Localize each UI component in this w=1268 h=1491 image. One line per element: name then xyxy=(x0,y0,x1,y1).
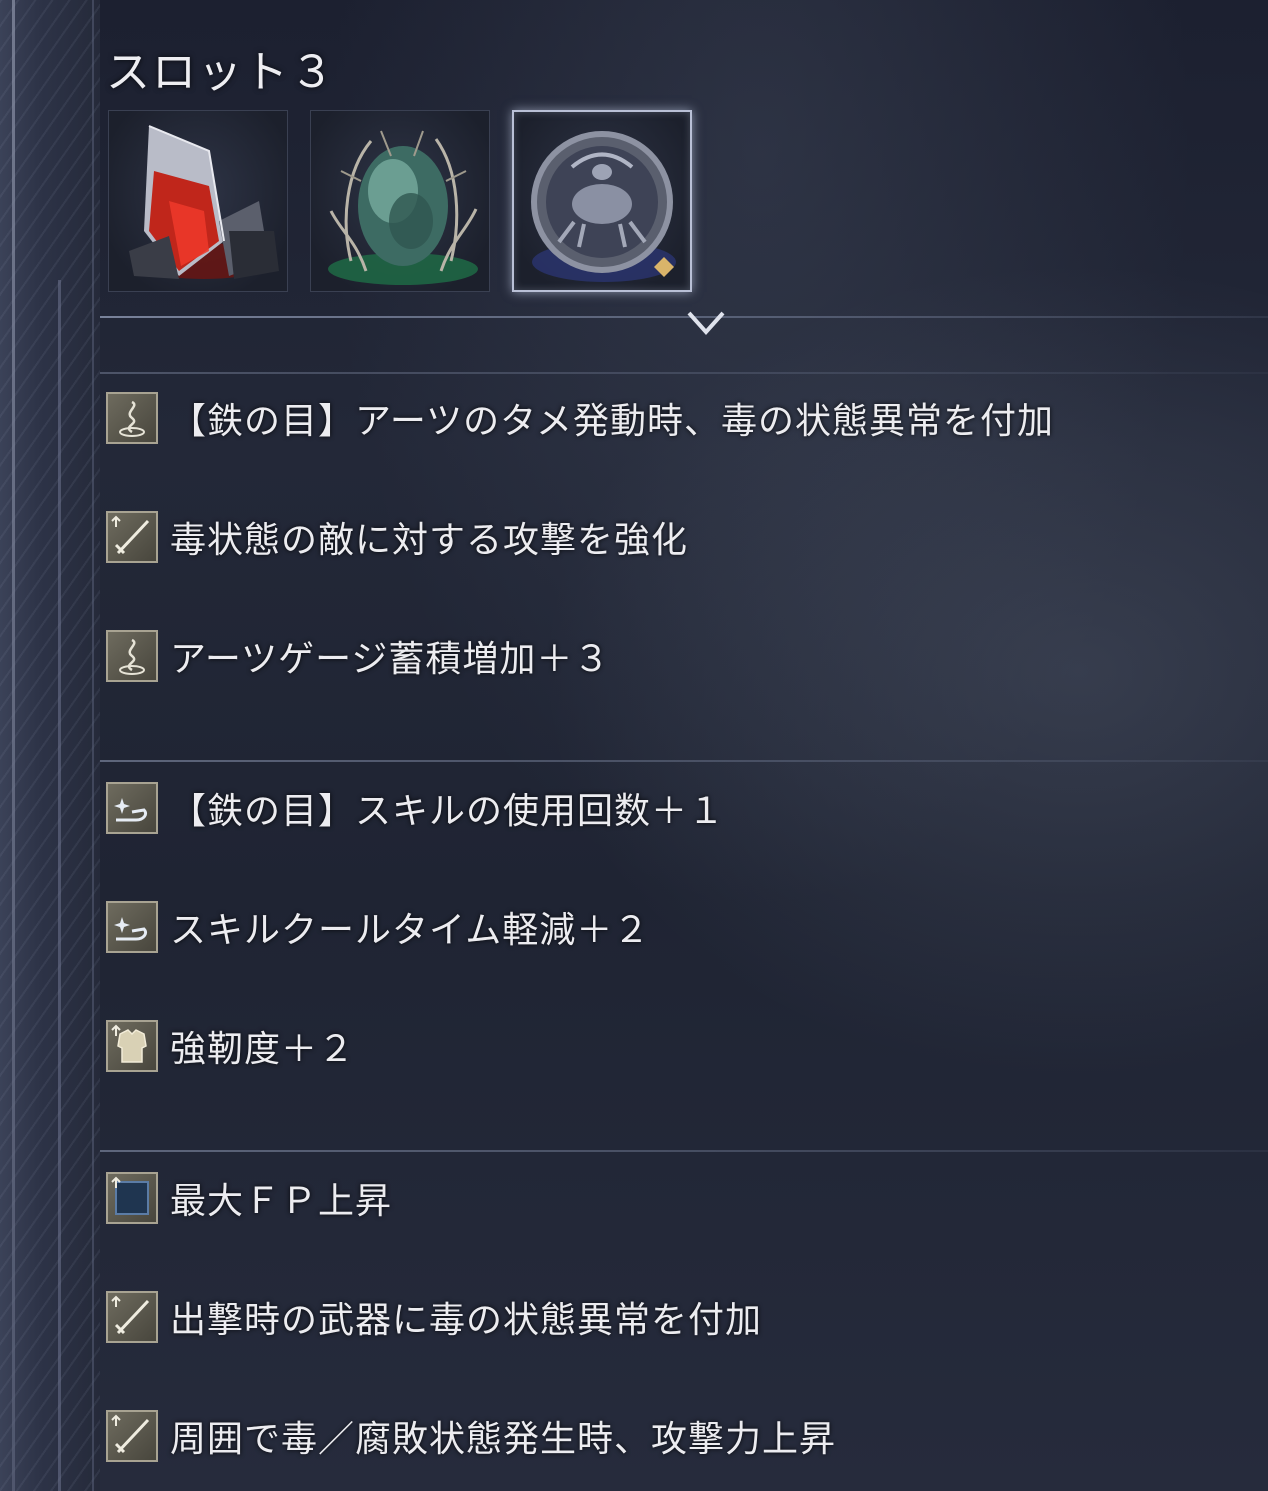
effect-row: スキルクールタイム軽減＋２ xyxy=(106,899,650,955)
effect-row: アーツゲージ蓄積増加＋３ xyxy=(106,628,610,684)
effect-text: スキルクールタイム軽減＋２ xyxy=(170,910,651,951)
effect-text: 最大ＦＰ上昇 xyxy=(170,1181,393,1222)
sword-icon xyxy=(106,1291,158,1343)
left-frame-ornament xyxy=(0,0,100,1491)
blue-medallion-relic[interactable] xyxy=(512,110,692,292)
arts-swirl-icon xyxy=(106,392,158,444)
frame-edge xyxy=(58,280,61,1491)
slot-title: スロット３ xyxy=(106,47,336,98)
frame-edge xyxy=(92,0,94,1491)
section-divider xyxy=(100,1150,1268,1152)
effect-row: 【鉄の目】アーツのタメ発動時、毒の状態異常を付加 xyxy=(106,390,1054,446)
effect-row: 周囲で毒／腐敗状態発生時、攻撃力上昇 xyxy=(106,1408,836,1464)
effect-text: 【鉄の目】スキルの使用回数＋１ xyxy=(170,791,726,832)
effect-text: 強靭度＋２ xyxy=(170,1029,356,1070)
effect-text: 出撃時の武器に毒の状態異常を付加 xyxy=(170,1300,763,1341)
effect-row: 強靭度＋２ xyxy=(106,1018,355,1074)
section-divider xyxy=(100,372,1268,374)
green-egg-relic[interactable] xyxy=(310,110,490,292)
skill-hand-icon xyxy=(106,782,158,834)
green-egg-icon xyxy=(328,130,478,285)
effect-text: アーツゲージ蓄積増加＋３ xyxy=(170,639,611,680)
arts-swirl-icon xyxy=(106,630,158,682)
blue-medallion-icon xyxy=(531,131,676,282)
effect-row: 出撃時の武器に毒の状態異常を付加 xyxy=(106,1289,762,1345)
effect-text: 周囲で毒／腐敗状態発生時、攻撃力上昇 xyxy=(170,1419,837,1460)
chevron-down-icon[interactable] xyxy=(686,308,726,338)
section-divider xyxy=(100,316,1268,318)
effect-text: 【鉄の目】アーツのタメ発動時、毒の状態異常を付加 xyxy=(170,401,1055,442)
effect-row: 毒状態の敵に対する攻撃を強化 xyxy=(106,509,688,565)
red-crystal-icon xyxy=(129,125,279,279)
red-crystal-relic[interactable] xyxy=(108,110,288,292)
frame-edge xyxy=(12,0,15,1491)
sword-icon xyxy=(106,511,158,563)
armor-icon xyxy=(106,1020,158,1072)
fp-icon xyxy=(106,1172,158,1224)
section-divider xyxy=(100,760,1268,762)
effect-text: 毒状態の敵に対する攻撃を強化 xyxy=(170,520,689,561)
effect-row: 最大ＦＰ上昇 xyxy=(106,1170,392,1226)
effect-row: 【鉄の目】スキルの使用回数＋１ xyxy=(106,780,725,836)
sword-icon xyxy=(106,1410,158,1462)
skill-hand-icon xyxy=(106,901,158,953)
